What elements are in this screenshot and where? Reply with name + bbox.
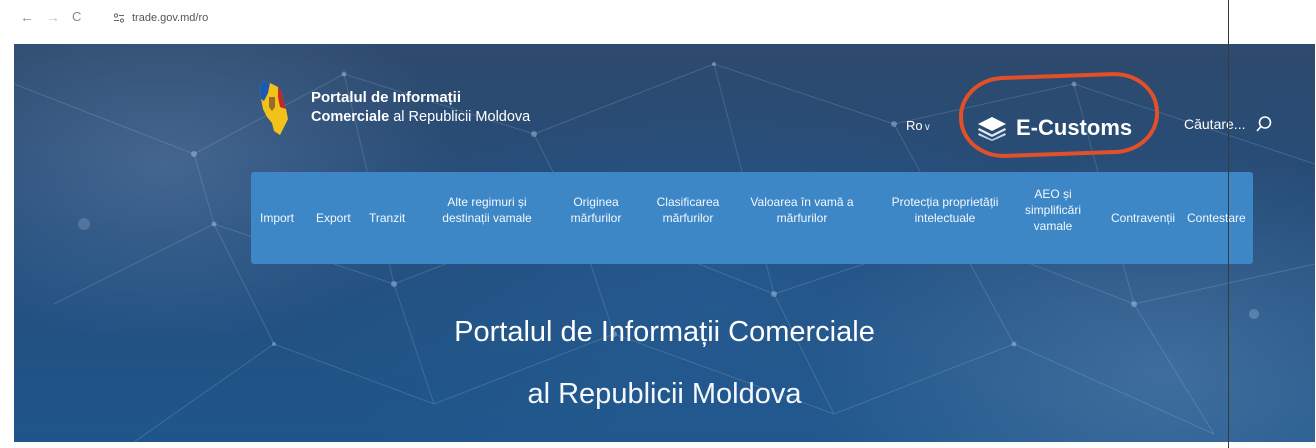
menu-item-label: mărfurilor — [776, 211, 828, 225]
menu-item-label: Valoarea în vamă a — [750, 195, 854, 209]
menu-item-label: vamale — [1033, 219, 1073, 233]
chevron-down-icon: ∨ — [923, 122, 931, 133]
language-label: Ro — [906, 118, 923, 133]
back-arrow-icon[interactable]: ← — [20, 9, 34, 25]
menu-item-contestare[interactable]: Contestare — [1187, 210, 1246, 226]
portal-brand-name[interactable]: Portalul de Informații Comerciale al Rep… — [311, 88, 530, 127]
menu-item-label: destinații vamale — [442, 211, 532, 225]
hero-banner: Portalul de Informații Comerciale al Rep… — [14, 44, 1315, 442]
menu-item-export[interactable]: Export — [316, 210, 351, 226]
menu-item-protectia[interactable]: Protecția proprietății intelectuale — [875, 194, 1015, 226]
search-icon[interactable] — [1255, 115, 1273, 133]
menu-item-contraventii[interactable]: Contravenții — [1111, 210, 1175, 226]
menu-item-label: Tranzit — [369, 211, 406, 225]
menu-item-clasificarea[interactable]: Clasificarea mărfurilor — [643, 194, 733, 226]
menu-item-valoarea[interactable]: Valoarea în vamă a mărfurilor — [737, 194, 867, 226]
menu-item-label: Clasificarea — [656, 195, 720, 209]
moldova-map-logo[interactable] — [256, 79, 290, 137]
highlight-annotation-oval — [957, 70, 1161, 160]
menu-item-import[interactable]: Import — [260, 210, 294, 226]
forward-arrow-icon[interactable]: → — [46, 9, 60, 25]
menu-item-tranzit[interactable]: Tranzit — [369, 210, 405, 226]
menu-item-label: AEO și — [1034, 187, 1072, 201]
menu-item-label: simplificări — [1024, 203, 1081, 217]
menu-item-label: Alte regimuri și — [447, 195, 527, 209]
menu-item-label: mărfurilor — [570, 211, 622, 225]
brand-line-2-bold: Comerciale — [311, 109, 390, 125]
menu-item-alte-regimuri[interactable]: Alte regimuri și destinații vamale — [427, 194, 547, 226]
menu-item-label: Import — [260, 211, 295, 225]
main-navigation-menu: Import Export Tranzit Alte regimuri și d… — [251, 172, 1253, 264]
menu-item-label: intelectuale — [914, 211, 976, 225]
language-selector[interactable]: Ro∨ — [906, 118, 931, 133]
browser-toolbar: ← → C trade.gov.md/ro — [0, 0, 1316, 40]
menu-item-label: Contestare — [1187, 211, 1246, 225]
hero-subtitle: al Republicii Moldova — [527, 378, 802, 410]
address-bar-url[interactable]: trade.gov.md/ro — [132, 12, 208, 24]
menu-item-label: Export — [316, 211, 351, 225]
hero-title: Portalul de Informații Comerciale — [454, 316, 875, 348]
screen-edge-divider — [1228, 0, 1229, 448]
menu-item-label: Originea — [573, 195, 619, 209]
site-settings-icon[interactable] — [113, 12, 125, 24]
menu-item-originea[interactable]: Originea mărfurilor — [551, 194, 641, 226]
brand-line-2: Comerciale al Republicii Moldova — [311, 107, 530, 127]
reload-icon[interactable]: C — [72, 9, 81, 24]
brand-line-2-rest: al Republicii Moldova — [389, 109, 531, 125]
menu-item-label: mărfurilor — [662, 211, 714, 225]
search-placeholder: Căutare... — [1184, 116, 1246, 132]
menu-item-aeo[interactable]: AEO și simplificări vamale — [1003, 186, 1103, 234]
brand-line-1: Portalul de Informații — [311, 89, 462, 106]
menu-item-label: Contravenții — [1111, 211, 1176, 225]
menu-item-label: Protecția proprietății — [891, 195, 999, 209]
